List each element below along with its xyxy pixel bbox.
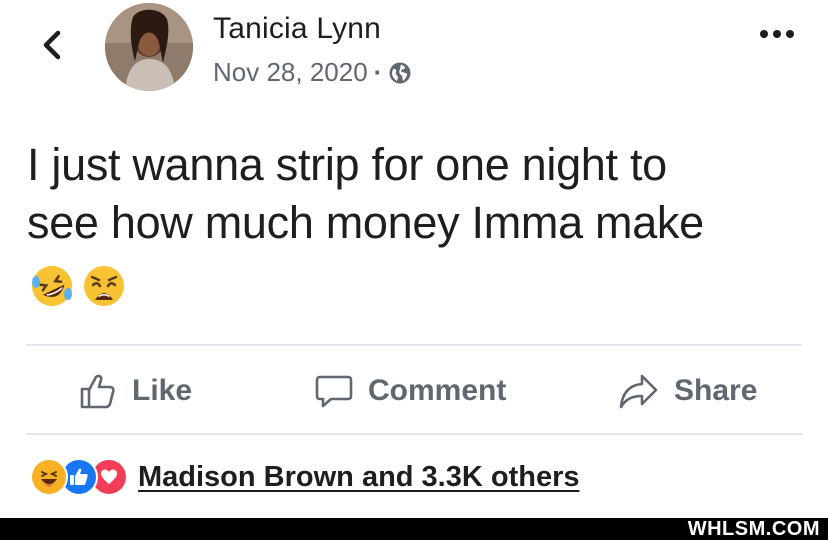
watermark-bar: WHLSM.COM bbox=[0, 518, 828, 540]
action-bar: Like Comment Share bbox=[0, 358, 828, 424]
globe-icon bbox=[389, 62, 411, 83]
post-meta: Nov 28, 2020 · bbox=[213, 57, 412, 88]
comment-label: Comment bbox=[368, 374, 507, 407]
reaction-icons bbox=[30, 458, 128, 496]
divider bbox=[26, 344, 802, 346]
avatar[interactable] bbox=[105, 3, 193, 91]
like-button[interactable]: Like bbox=[78, 358, 192, 424]
author-name[interactable]: Tanicia Lynn bbox=[213, 12, 381, 46]
post-text-line: I just wanna strip for one night to bbox=[27, 139, 667, 190]
haha-reaction-icon bbox=[30, 458, 68, 496]
more-dot bbox=[773, 30, 781, 38]
post-text-line: see how much money Imma make bbox=[27, 197, 704, 248]
more-dot bbox=[786, 30, 794, 38]
share-icon bbox=[619, 374, 658, 409]
post-text: I just wanna strip for one night to see … bbox=[27, 136, 807, 252]
weary-face-emoji bbox=[84, 266, 124, 306]
back-button[interactable] bbox=[36, 28, 70, 62]
reactions-summary-text[interactable]: Madison Brown and 3.3K others bbox=[138, 461, 580, 494]
more-dot bbox=[760, 30, 768, 38]
thumbs-up-icon bbox=[80, 374, 115, 409]
reactions-summary[interactable]: Madison Brown and 3.3K others bbox=[30, 458, 580, 496]
comment-button[interactable]: Comment bbox=[314, 358, 506, 424]
profile-photo bbox=[105, 3, 193, 91]
post-emojis bbox=[28, 262, 128, 310]
comment-icon bbox=[315, 375, 353, 408]
meta-separator: · bbox=[373, 57, 383, 87]
share-label: Share bbox=[674, 374, 758, 407]
rolling-on-floor-laughing-emoji bbox=[32, 266, 72, 306]
post-date[interactable]: Nov 28, 2020 bbox=[213, 57, 368, 88]
more-options-button[interactable] bbox=[760, 30, 794, 38]
chevron-left-icon bbox=[43, 30, 61, 60]
share-button[interactable]: Share bbox=[618, 358, 757, 424]
like-label: Like bbox=[132, 374, 193, 407]
watermark-text: WHLSM.COM bbox=[687, 518, 820, 540]
divider bbox=[26, 433, 802, 435]
